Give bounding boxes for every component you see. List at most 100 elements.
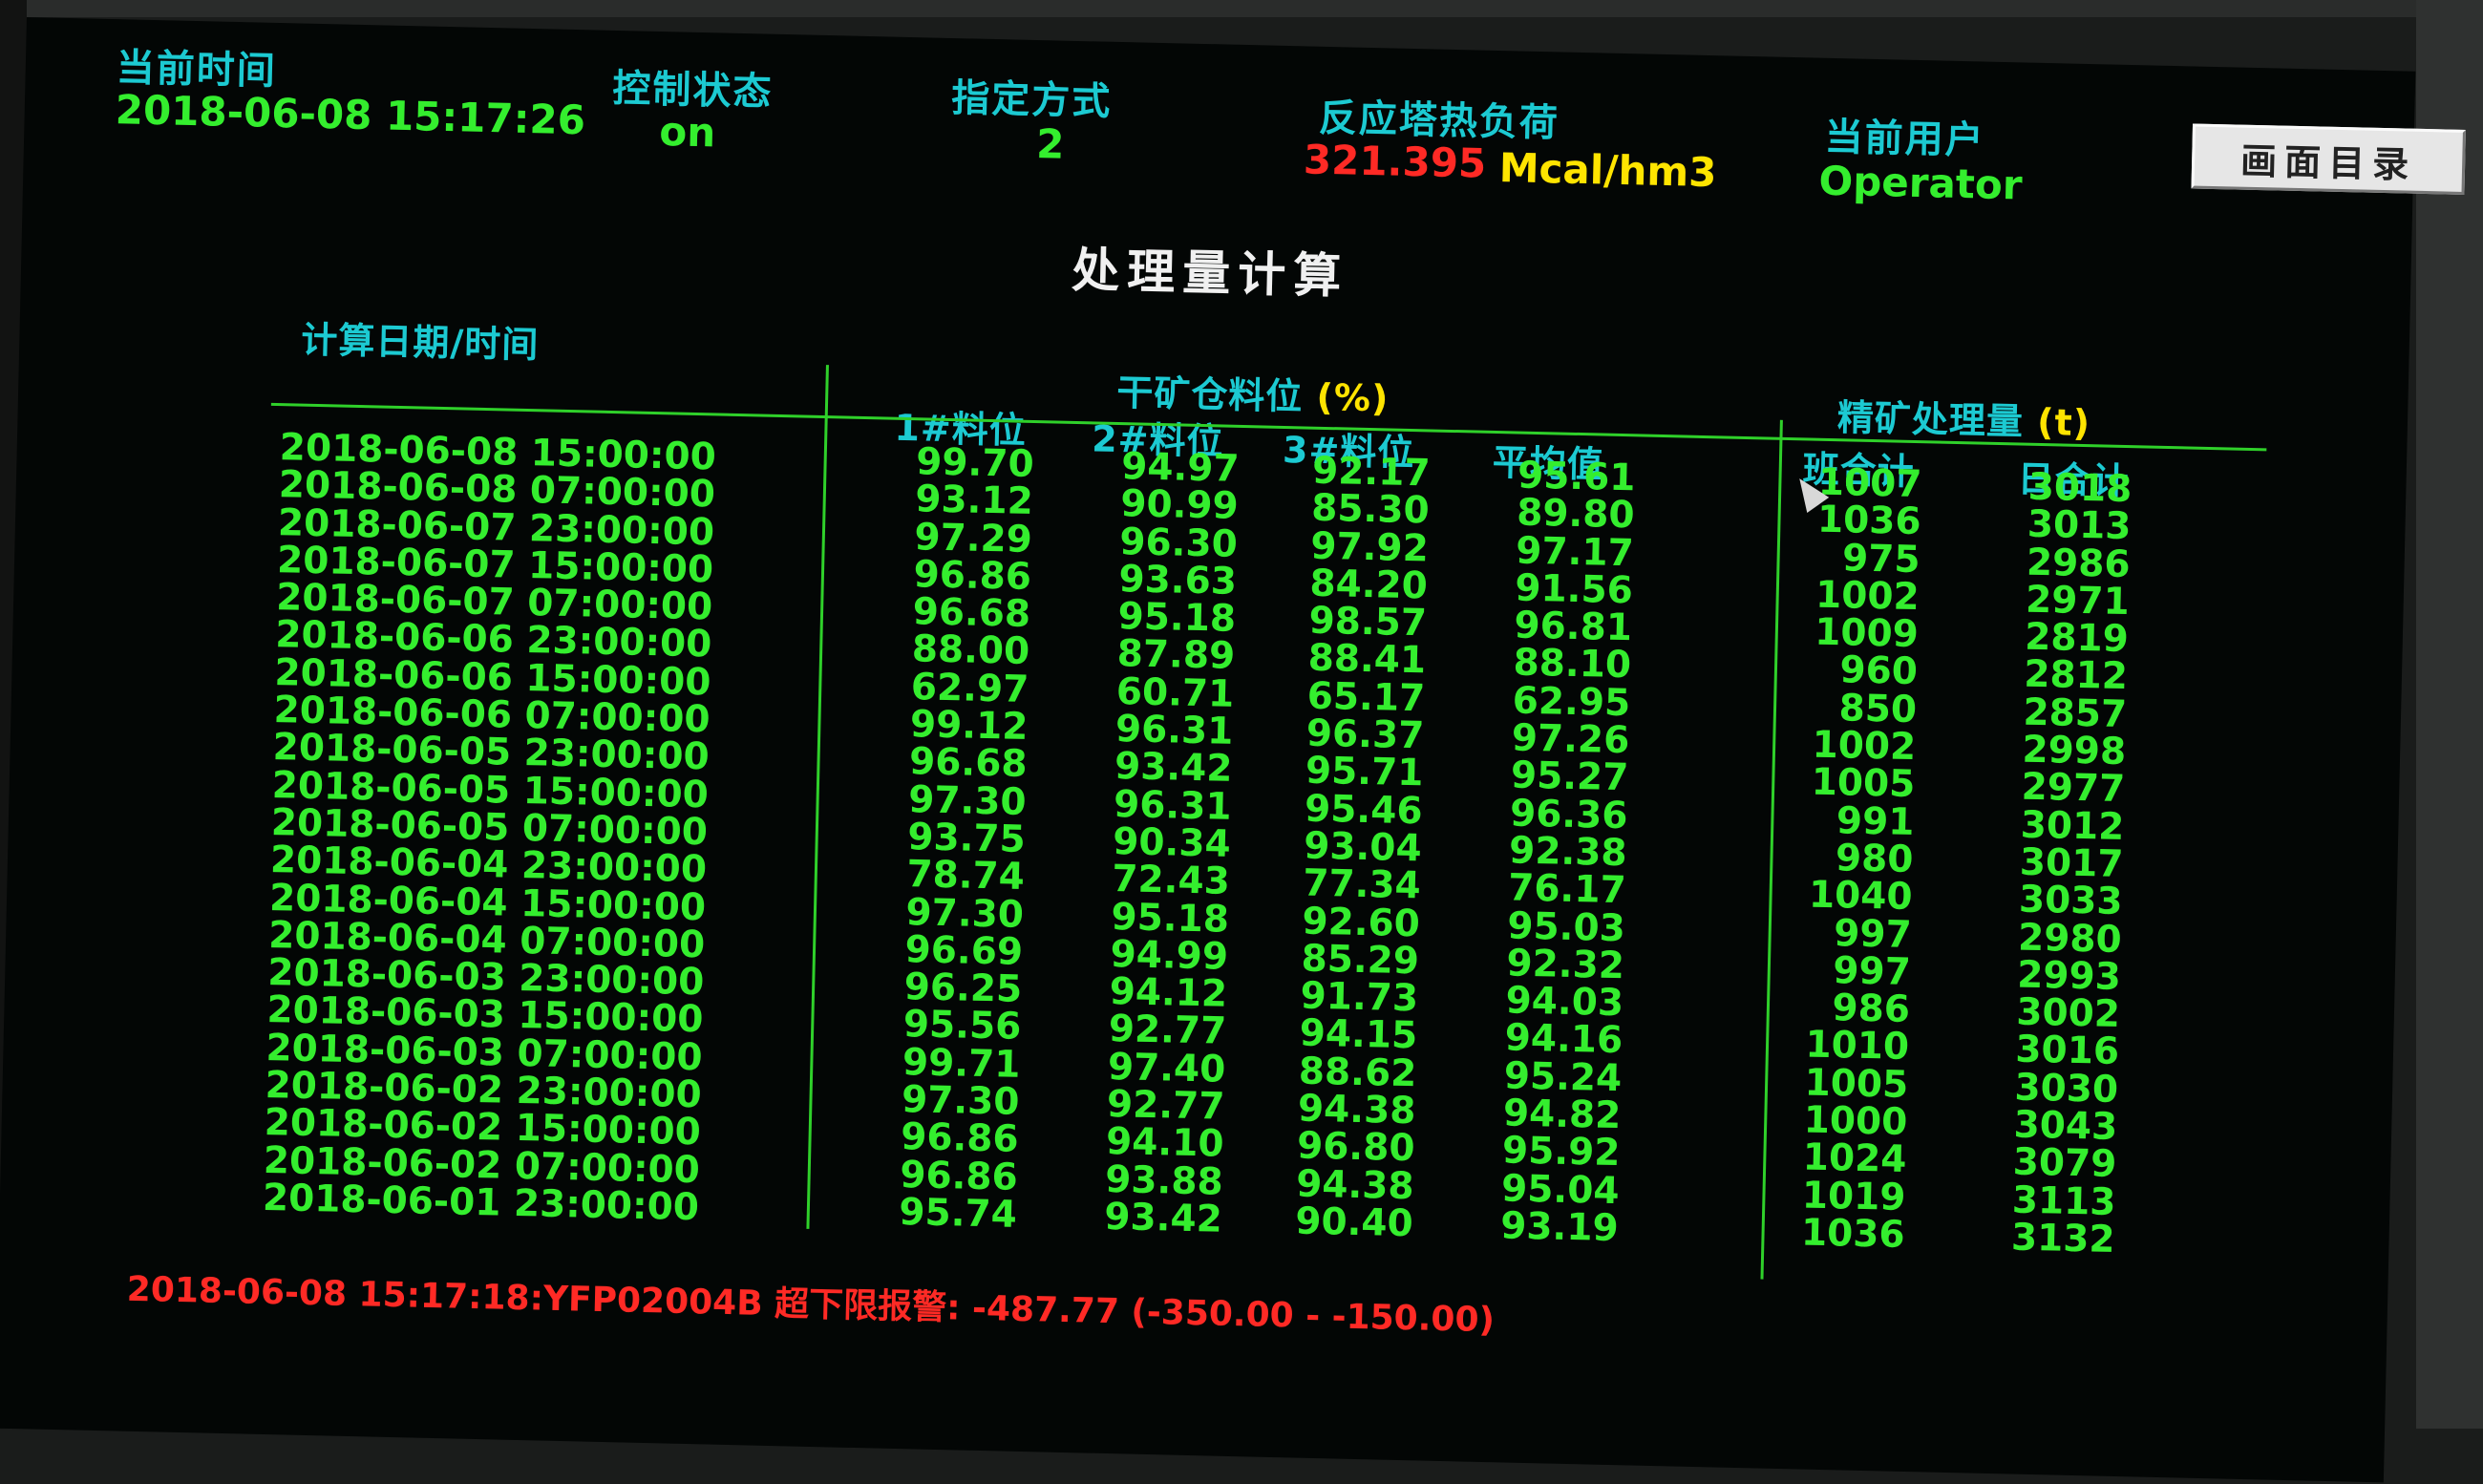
- table-cell: 94.03: [1505, 979, 1624, 1026]
- table-cell: 94.15: [1299, 1011, 1418, 1058]
- table-cell: 3033: [2018, 878, 2124, 924]
- table-cell: 65.17: [1306, 674, 1426, 721]
- table-cell: 97.26: [1511, 716, 1630, 763]
- table-cell: 97.29: [914, 515, 1033, 562]
- table-cell: 95.74: [898, 1190, 1018, 1237]
- table-cell: 96.37: [1305, 711, 1425, 758]
- user-value: Operator: [1818, 157, 2024, 209]
- table-cell: 93.19: [1499, 1204, 1620, 1251]
- table-cell: 78.74: [905, 853, 1026, 900]
- table-cell: 93.63: [1118, 557, 1238, 604]
- table-cell: 77.34: [1302, 861, 1422, 908]
- table-cell: 95.18: [1117, 595, 1237, 642]
- table-cell: 93.88: [1104, 1157, 1224, 1204]
- table-cell: 94.38: [1295, 1162, 1415, 1208]
- table-cell: 2986: [2026, 541, 2132, 586]
- table-cell: 84.20: [1309, 562, 1429, 608]
- table-cell: 92.17: [1311, 449, 1432, 496]
- concentrate-unit: (t): [2036, 400, 2091, 445]
- table-cell: 96.86: [900, 1115, 1020, 1162]
- table-cell: 2812: [2023, 653, 2129, 699]
- table-cell: 1036: [1800, 1211, 1906, 1257]
- table-cell: 96.68: [912, 590, 1031, 637]
- bin1-column: 99.70 93.12 97.29 96.86 96.68 88.00 62.97 99.12…: [863, 440, 1035, 1237]
- shift-total-column: 1007 1036 975 1002 1009 960 850 1002 1005 991 980 1…: [1771, 461, 1922, 1257]
- table-cell: 96.31: [1114, 708, 1234, 753]
- table-cell: 96.69: [904, 927, 1024, 974]
- table-cell: 92.38: [1508, 829, 1628, 876]
- table-cell: 997: [1832, 949, 1912, 994]
- table-cell: 94.97: [1120, 445, 1241, 491]
- table-cell: 97.92: [1309, 524, 1430, 571]
- table-cell: 99.70: [915, 440, 1035, 487]
- bin-level-unit: (%): [1316, 375, 1390, 420]
- table-cell: 2998: [2022, 728, 2127, 774]
- table-cell: 1002: [1814, 573, 1921, 620]
- table-cell: 97.40: [1107, 1045, 1226, 1092]
- table-cell: 986: [1832, 986, 1911, 1032]
- table-cell: 96.86: [899, 1153, 1019, 1199]
- table-cell: 92.32: [1506, 942, 1625, 988]
- table-cell: 3132: [2010, 1216, 2116, 1261]
- table-cell: 72.43: [1111, 858, 1231, 904]
- table-cell: 99.71: [902, 1040, 1021, 1087]
- table-cell: 3018: [2027, 465, 2133, 512]
- table-cell: 94.16: [1504, 1016, 1624, 1063]
- table-cell: 3016: [2014, 1028, 2120, 1074]
- table-cell: 95.71: [1305, 749, 1424, 795]
- table-cell: 87.89: [1116, 632, 1236, 679]
- table-cell: 96.81: [1514, 604, 1633, 650]
- table-cell: 2980: [2017, 916, 2123, 962]
- table-cell: 88.41: [1307, 637, 1427, 683]
- alarm-message: 2018-06-08 15:17:18:YFP02004B 超下限报警: -48…: [126, 1269, 1496, 1341]
- table-cell: 91.73: [1300, 974, 1419, 1021]
- heat-load-value: 321.395: [1303, 136, 1487, 187]
- concentrate-header: 精矿处理量 (t): [1836, 388, 2090, 446]
- table-cell: 1005: [1804, 1061, 1909, 1107]
- table-cell: 93.42: [1114, 745, 1233, 792]
- table-cell: 95.46: [1304, 787, 1424, 834]
- table-cell: 98.57: [1308, 599, 1428, 646]
- table-cell: 1019: [1801, 1174, 1906, 1219]
- table-cell: 2977: [2021, 765, 2126, 812]
- user-label: 当前用户: [1824, 115, 1986, 163]
- table-cell: 76.17: [1507, 866, 1627, 913]
- bin3-column: 92.17 85.30 97.92 84.20 98.57 88.41 65.17 96.37…: [1250, 449, 1432, 1246]
- day-total-column: 3018 3013 2986 2971 2819 2812 2857 2998 2977 3012…: [1971, 465, 2133, 1261]
- table-cell: 94.82: [1502, 1092, 1622, 1138]
- concentrate-label: 精矿处理量: [1836, 396, 2025, 443]
- table-cell: 93.04: [1303, 824, 1423, 871]
- table-cell: 94.38: [1297, 1087, 1416, 1134]
- table-cell: 96.86: [913, 553, 1032, 599]
- table-cell: 90.99: [1119, 482, 1240, 529]
- table-cell: 94.10: [1105, 1120, 1225, 1167]
- table-cell: 3043: [2013, 1103, 2118, 1150]
- table-cell: 96.25: [903, 965, 1023, 1012]
- table-cell: 96.30: [1118, 519, 1239, 566]
- table-cell: 97.17: [1515, 529, 1635, 575]
- heat-load-unit: Mcal/hm3: [1498, 144, 1717, 197]
- table-cell: 96.31: [1113, 782, 1233, 829]
- table-cell: 89.80: [1516, 491, 1636, 538]
- table-cell: 94.99: [1110, 932, 1229, 979]
- average-column: 95.61 89.80 97.17 91.56 96.81 88.10 62.95 97.26…: [1455, 455, 1636, 1251]
- table-cell: 1002: [1812, 723, 1917, 770]
- table-cell: 1005: [1811, 760, 1916, 807]
- table-cell: 2018-06-01 23:00:00: [262, 1176, 700, 1230]
- table-cell: 2857: [2022, 690, 2128, 736]
- table-cell: 88.62: [1298, 1049, 1417, 1096]
- table-cell: 2971: [2025, 578, 2131, 624]
- table-cell: 3079: [2012, 1140, 2117, 1187]
- table-cell: 95.18: [1111, 895, 1230, 942]
- table-cell: 3012: [2020, 803, 2125, 849]
- table-cell: 97.30: [907, 777, 1028, 824]
- screen-directory-button[interactable]: 画面目录: [2191, 123, 2466, 195]
- table-cell: 62.95: [1512, 679, 1631, 726]
- table-cell: 95.04: [1500, 1166, 1621, 1213]
- table-cell: 95.03: [1506, 903, 1626, 950]
- table-cell: 95.92: [1501, 1129, 1621, 1176]
- table-cell: 88.00: [911, 627, 1030, 674]
- column-divider-left: [806, 365, 829, 1229]
- table-cell: 3113: [2011, 1178, 2116, 1224]
- table-cell: 980: [1835, 837, 1914, 882]
